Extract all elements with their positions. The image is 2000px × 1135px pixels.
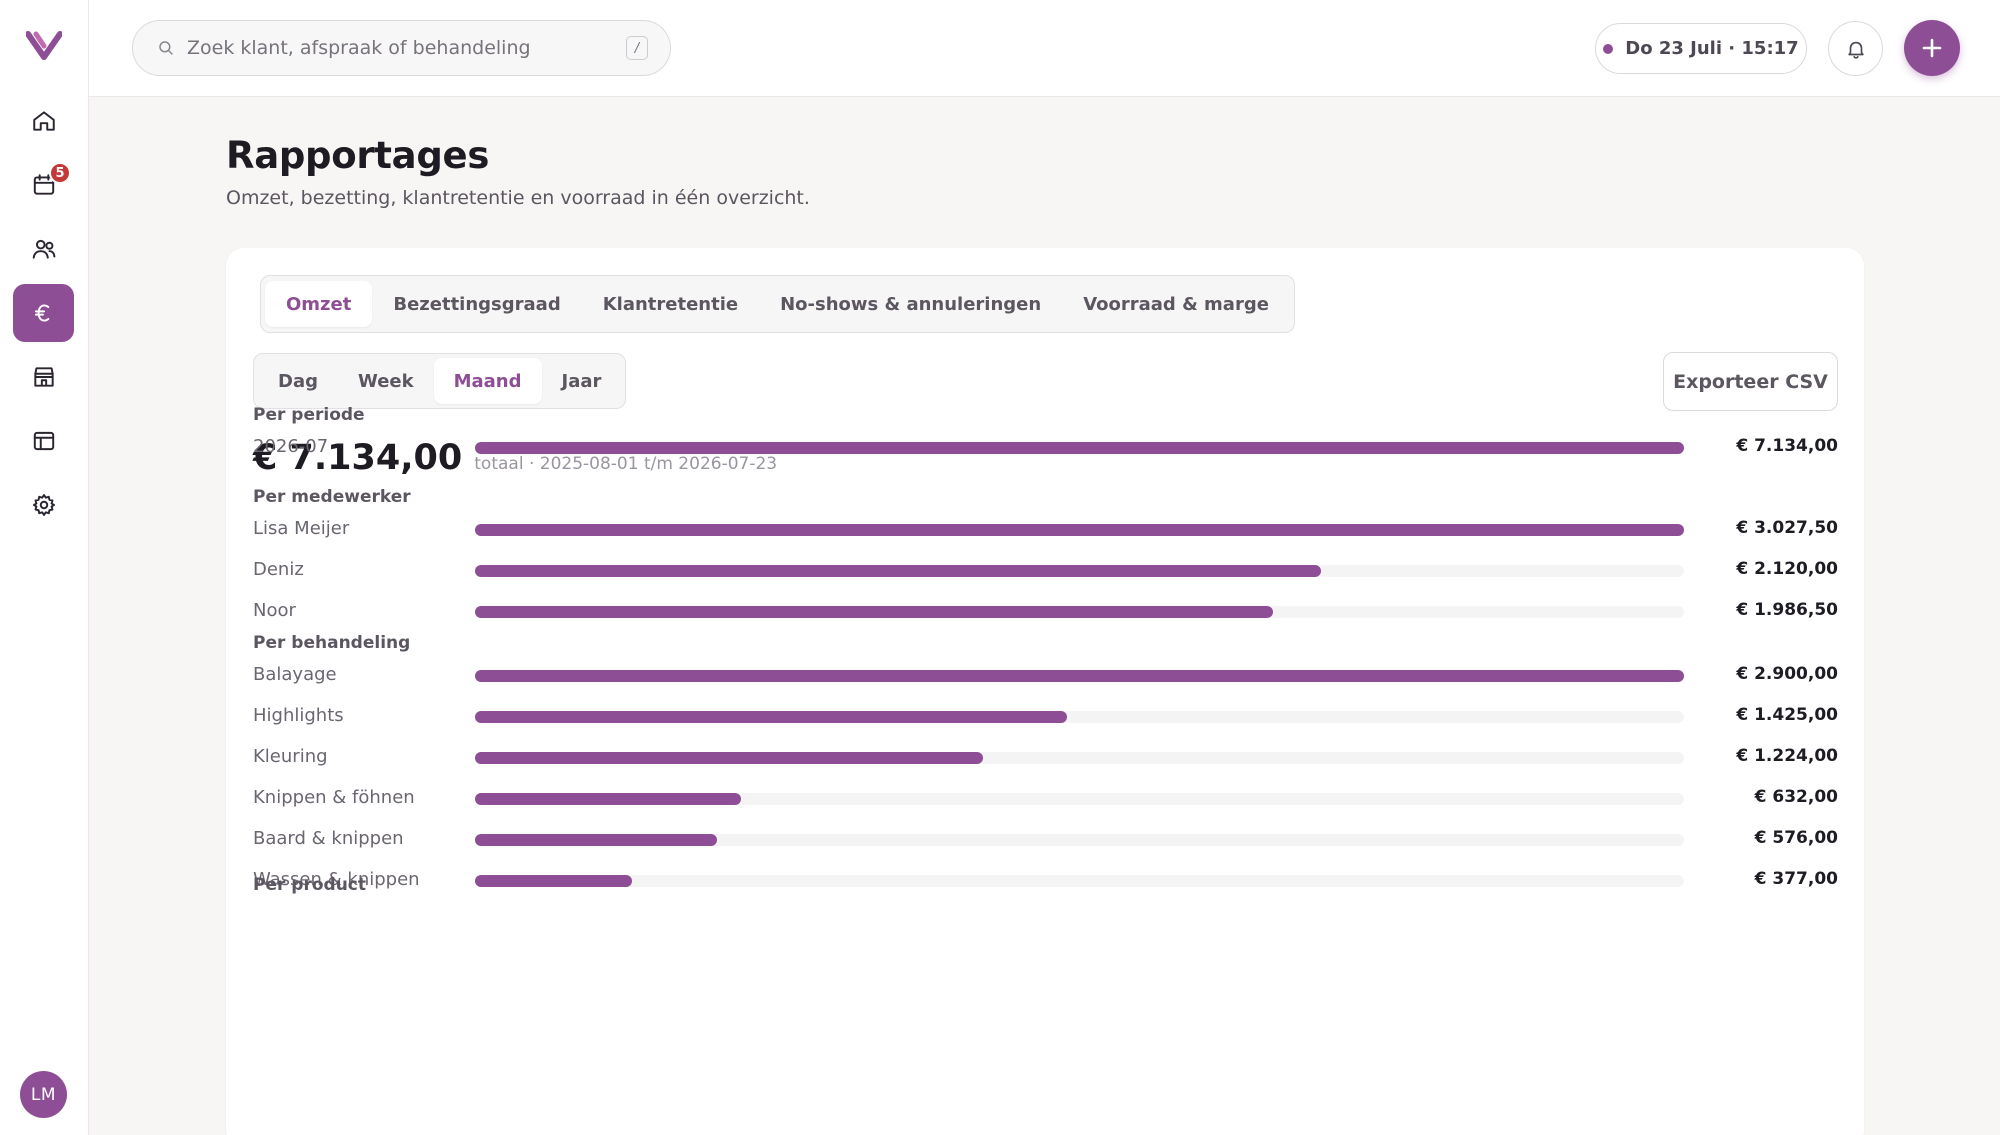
row-label: Deniz (253, 559, 304, 580)
tab-1[interactable]: Bezettingsgraad (372, 281, 581, 327)
bar-track (475, 711, 1684, 723)
period-selector: Dag Week Maand Jaar (253, 353, 627, 409)
breakdown-row: Highlights € 1.425,00 (253, 702, 1838, 732)
euro-icon (34, 304, 49, 322)
search-input[interactable]: Zoek klant, afspraak of behandeling / (132, 20, 671, 76)
bar-track (475, 524, 1684, 536)
period-1[interactable]: Week (338, 358, 434, 404)
row-value: € 1.986,50 (1736, 600, 1838, 620)
row-value: € 632,00 (1754, 787, 1838, 807)
bar-track (475, 875, 1684, 887)
add-button[interactable] (1904, 20, 1960, 76)
brand-logo[interactable] (26, 30, 62, 60)
breakdown-row: Lisa Meijer € 3.027,50 (253, 515, 1838, 545)
plus-icon (1922, 38, 1942, 58)
sidebar-item-reports[interactable] (13, 284, 74, 342)
row-label: Balayage (253, 664, 337, 685)
section-title: Per product (253, 875, 366, 895)
breakdown-row: Baard & knippen € 576,00 (253, 825, 1838, 855)
row-value: € 2.120,00 (1736, 559, 1838, 579)
breakdown-row: Balayage € 2.900,00 (253, 661, 1838, 691)
sidebar-item-store[interactable] (13, 348, 74, 406)
topbar: Zoek klant, afspraak of behandeling / Do… (89, 0, 2000, 97)
breakdown-row: Kleuring € 1.224,00 (253, 743, 1838, 773)
report-tabs: Omzet Bezettingsgraad Klantretentie No-show… (260, 275, 1295, 333)
notifications-button[interactable] (1828, 21, 1883, 76)
export-csv-button[interactable]: Exporteer CSV (1663, 352, 1838, 411)
sidebar: 5 LM (0, 0, 89, 1135)
sidebar-item-home[interactable] (13, 92, 74, 150)
sidebar-item-clients[interactable] (13, 220, 74, 278)
period-2[interactable]: Maand (433, 358, 542, 404)
breakdown-row: Knippen & föhnen € 632,00 (253, 784, 1838, 814)
bar-track (475, 606, 1684, 618)
report-card: Omzet Bezettingsgraad Klantretentie No-show… (226, 248, 1864, 1135)
page-subtitle: Omzet, bezetting, klantretentie en voorr… (226, 187, 810, 209)
bar-fill (475, 875, 633, 887)
bar-track (475, 565, 1684, 577)
bar-track (475, 752, 1684, 764)
bar-fill (475, 793, 741, 805)
row-value: € 3.027,50 (1736, 518, 1838, 538)
tab-0[interactable]: Omzet (265, 281, 373, 327)
status-dot (1603, 43, 1614, 54)
bar-track (475, 670, 1684, 682)
row-label: Noor (253, 600, 296, 621)
period-3[interactable]: Jaar (542, 358, 622, 404)
store-icon (33, 367, 54, 387)
tab-2[interactable]: Klantretentie (582, 281, 759, 327)
section-title: Per periode (253, 405, 365, 425)
bar-track (475, 793, 1684, 805)
row-label: Lisa Meijer (253, 518, 350, 539)
bar-fill (475, 565, 1322, 577)
datetime-text: Do 23 Juli · 15:17 (1625, 38, 1799, 59)
section-title: Per medewerker (253, 487, 411, 507)
search-placeholder: Zoek klant, afspraak of behandeling (187, 37, 531, 59)
row-value: € 377,00 (1754, 869, 1838, 889)
search-icon (159, 41, 173, 55)
sidebar-item-layout[interactable] (13, 412, 74, 470)
datetime-pill[interactable]: Do 23 Juli · 15:17 (1595, 23, 1807, 74)
row-value: € 7.134,00 (1736, 436, 1838, 456)
tab-3[interactable]: No-shows & annuleringen (759, 281, 1062, 327)
home-icon (32, 111, 55, 131)
sidebar-item-calendar[interactable]: 5 (13, 156, 74, 214)
calendar-badge: 5 (49, 162, 71, 184)
bar-fill (475, 752, 983, 764)
bar-track (475, 442, 1684, 454)
row-value: € 1.425,00 (1736, 705, 1838, 725)
row-label: 2026-07 (253, 436, 329, 457)
section-title: Per behandeling (253, 633, 411, 653)
bar-track (475, 834, 1684, 846)
breakdown-row: Deniz € 2.120,00 (253, 556, 1838, 586)
bell-icon (1847, 41, 1864, 59)
users-icon (32, 239, 55, 259)
breakdown-row: 2026-07 € 7.134,00 (253, 433, 1838, 463)
bar-fill (475, 670, 1684, 682)
bar-fill (475, 442, 1684, 454)
gear-icon (32, 494, 55, 516)
period-0[interactable]: Dag (258, 358, 338, 404)
row-value: € 1.224,00 (1736, 746, 1838, 766)
breakdown-row: Wassen & knippen € 377,00 (253, 866, 1838, 896)
avatar[interactable]: LM (20, 1071, 67, 1118)
sidebar-item-settings[interactable] (13, 476, 74, 534)
row-label: Highlights (253, 705, 344, 726)
bar-fill (475, 834, 717, 846)
bar-fill (475, 711, 1068, 723)
layout-icon (33, 431, 54, 451)
page-title: Rapportages (226, 134, 490, 177)
row-label: Baard & knippen (253, 828, 404, 849)
search-shortcut: / (626, 36, 648, 60)
row-value: € 2.900,00 (1736, 664, 1838, 684)
bar-fill (475, 524, 1684, 536)
breakdown-row: Noor € 1.986,50 (253, 597, 1838, 627)
row-value: € 576,00 (1754, 828, 1838, 848)
bar-fill (475, 606, 1273, 618)
row-label: Kleuring (253, 746, 328, 767)
tab-4[interactable]: Voorraad & marge (1062, 281, 1290, 327)
row-label: Knippen & föhnen (253, 787, 415, 808)
